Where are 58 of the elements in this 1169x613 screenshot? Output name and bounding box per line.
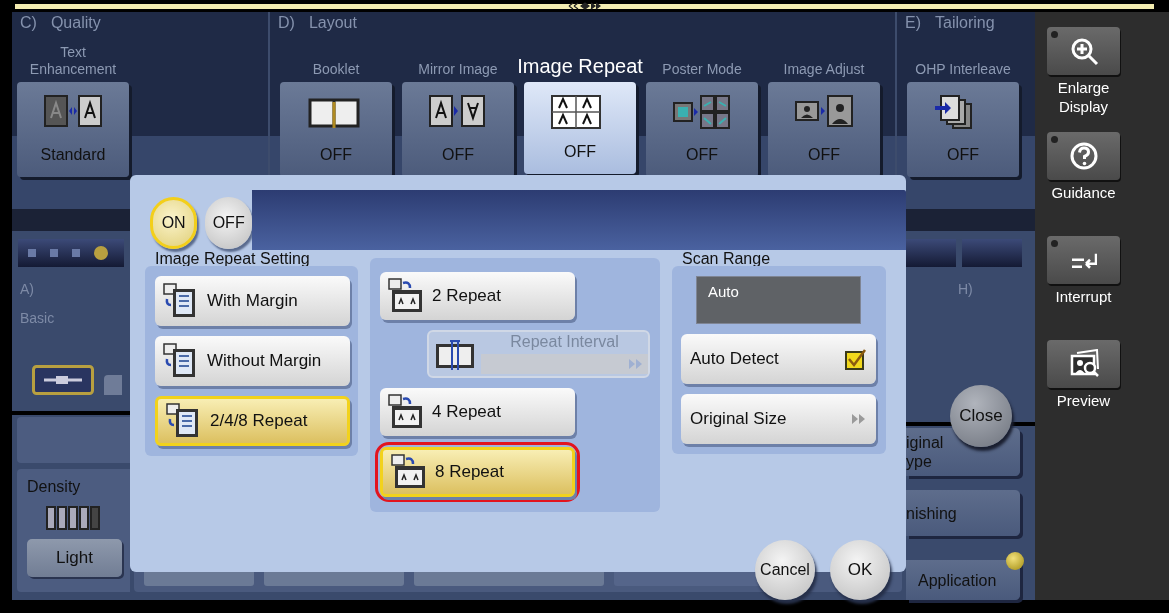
section-title: Tailoring [935,13,995,33]
section-title: Layout [308,13,357,33]
double-arrow-icon [628,358,644,371]
option-button[interactable]: Auto Detect [681,334,876,384]
light-button[interactable]: Light [27,539,122,577]
density-scale-icon [45,505,103,531]
option-button[interactable]: Original Size [681,394,876,444]
setting-button[interactable]: 2/4/8 Repeat [155,396,350,446]
group-title: Scan Range [682,250,772,268]
sidebar-label: Guidance [1050,183,1117,202]
function-label: Booklet [312,61,360,78]
sidebar-button[interactable] [1047,132,1120,180]
repeat-sheet-icon [388,277,424,314]
setting-button[interactable]: With Margin [155,276,350,326]
sidebar-label: Enlarge Display [1056,78,1111,116]
function-label: Mirror Image [418,61,498,78]
interval-label: Repeat Interval [509,333,620,352]
interval-sheet-icon [435,338,475,370]
interrupt-arrow-icon [1070,251,1097,269]
section-letter: C) [20,13,37,33]
sidebar-label: Interrupt [1054,287,1113,306]
row-letter: H) [958,280,974,299]
sidebar-label: Preview [1055,391,1112,410]
function-label: Poster Mode [662,61,742,78]
handle-icon[interactable] [566,2,603,10]
row-title: Basic [20,309,56,328]
function-label: Image Adjust [783,61,865,78]
toggle-button[interactable]: ON [150,197,198,249]
mirror-letters-icon [428,94,488,130]
function-button[interactable]: OFF [524,82,636,174]
sidebar-button[interactable] [1047,236,1120,284]
sidebar-button[interactable] [1047,340,1120,388]
repeat-sheet-icon [388,394,424,430]
poster-tiles-icon [672,94,732,130]
function-label: Text Enhancement [28,44,118,78]
toggle-button[interactable]: OFF [205,197,252,249]
section-title: Quality [50,13,101,33]
scan-range-display: Auto [696,276,861,324]
repeat-sheet-icon [391,454,427,490]
picture-frames-icon [794,94,854,130]
preview-picture-icon [1068,349,1099,379]
line-mode-icon[interactable] [32,365,94,395]
scroll-strip[interactable] [18,239,124,267]
density-label: Density [27,477,82,497]
help-icon [1068,141,1099,171]
section-letter: E) [905,13,921,33]
function-label: OHP Interleave [914,61,1012,78]
repeat-button[interactable]: 4 Repeat [380,388,575,436]
row-letter: A) [20,280,35,299]
selected-function-label: Image Repeat [517,54,643,78]
setting-button[interactable]: Without Margin [155,336,350,386]
repeat-button[interactable]: 8 Repeat [380,447,575,497]
double-arrow-icon [851,413,867,425]
sidebar-button[interactable] [1047,27,1120,75]
contrast-letters-icon [43,94,103,130]
repeat-button[interactable]: 2 Repeat [380,272,575,320]
section-letter: D) [278,13,295,33]
group-title: Image Repeat Setting [155,250,311,268]
